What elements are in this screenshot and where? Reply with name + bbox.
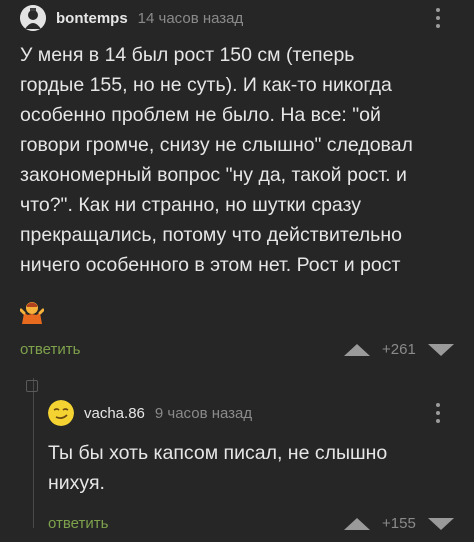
rating-controls: +155 bbox=[344, 515, 454, 532]
comment-text: У меня в 14 был рост 150 см (теперь горд… bbox=[20, 40, 413, 280]
comment-text: Ты бы хоть капсом писал, не слышно нихуя… bbox=[48, 438, 387, 498]
author-name[interactable]: vacha.86 bbox=[84, 405, 145, 422]
thread-line bbox=[33, 378, 34, 528]
reply-button[interactable]: ответить bbox=[20, 341, 80, 358]
comment-text-line: Ты бы хоть капсом писал, не слышно bbox=[48, 442, 388, 464]
comment-time: 9 часов назад bbox=[154, 404, 253, 422]
upvote-arrow-icon[interactable] bbox=[344, 343, 370, 356]
comment-text-line: гордые 155, но не суть). И как-то никогд… bbox=[20, 74, 392, 96]
more-options-icon[interactable] bbox=[435, 8, 441, 28]
comment-text-line: ничего особенного в этом нет. Рост и рос… bbox=[20, 254, 401, 276]
reply-button[interactable]: ответить bbox=[48, 515, 108, 532]
comment-text-line: что?". Как ни странно, но шутки сразу bbox=[20, 194, 362, 216]
smirking-face-avatar-icon[interactable] bbox=[48, 400, 74, 426]
downvote-arrow-icon[interactable] bbox=[427, 343, 454, 356]
rating-controls: +261 bbox=[344, 341, 454, 358]
comment-text-line: прекращались, потому что действительно bbox=[20, 224, 402, 246]
comment-header: bontemps 14 часов назад bbox=[20, 5, 243, 31]
rating-score: +155 bbox=[382, 515, 416, 532]
comment-text-line: особенно проблем не было. На все: "ой bbox=[20, 104, 381, 126]
author-name[interactable]: bontemps bbox=[56, 10, 128, 27]
rating-score: +261 bbox=[382, 341, 416, 358]
comment-text-line: говори громче, снизу не слышно" следовал bbox=[20, 134, 413, 156]
comment-text-line: У меня в 14 был рост 150 см (теперь bbox=[20, 44, 355, 66]
comment-text-line: закономерный вопрос "ну да, такой рост. … bbox=[20, 164, 407, 186]
comment-header: vacha.86 9 часов назад bbox=[48, 400, 252, 426]
more-options-icon[interactable] bbox=[435, 403, 441, 423]
downvote-arrow-icon[interactable] bbox=[427, 517, 454, 530]
comment-text-line: нихуя. bbox=[48, 472, 105, 494]
person-shrugging-emoji bbox=[19, 300, 45, 329]
dark-character-avatar-icon[interactable] bbox=[20, 5, 46, 31]
comment-time: 14 часов назад bbox=[137, 9, 244, 27]
collapse-thread-button[interactable] bbox=[26, 380, 38, 392]
upvote-arrow-icon[interactable] bbox=[344, 517, 370, 530]
